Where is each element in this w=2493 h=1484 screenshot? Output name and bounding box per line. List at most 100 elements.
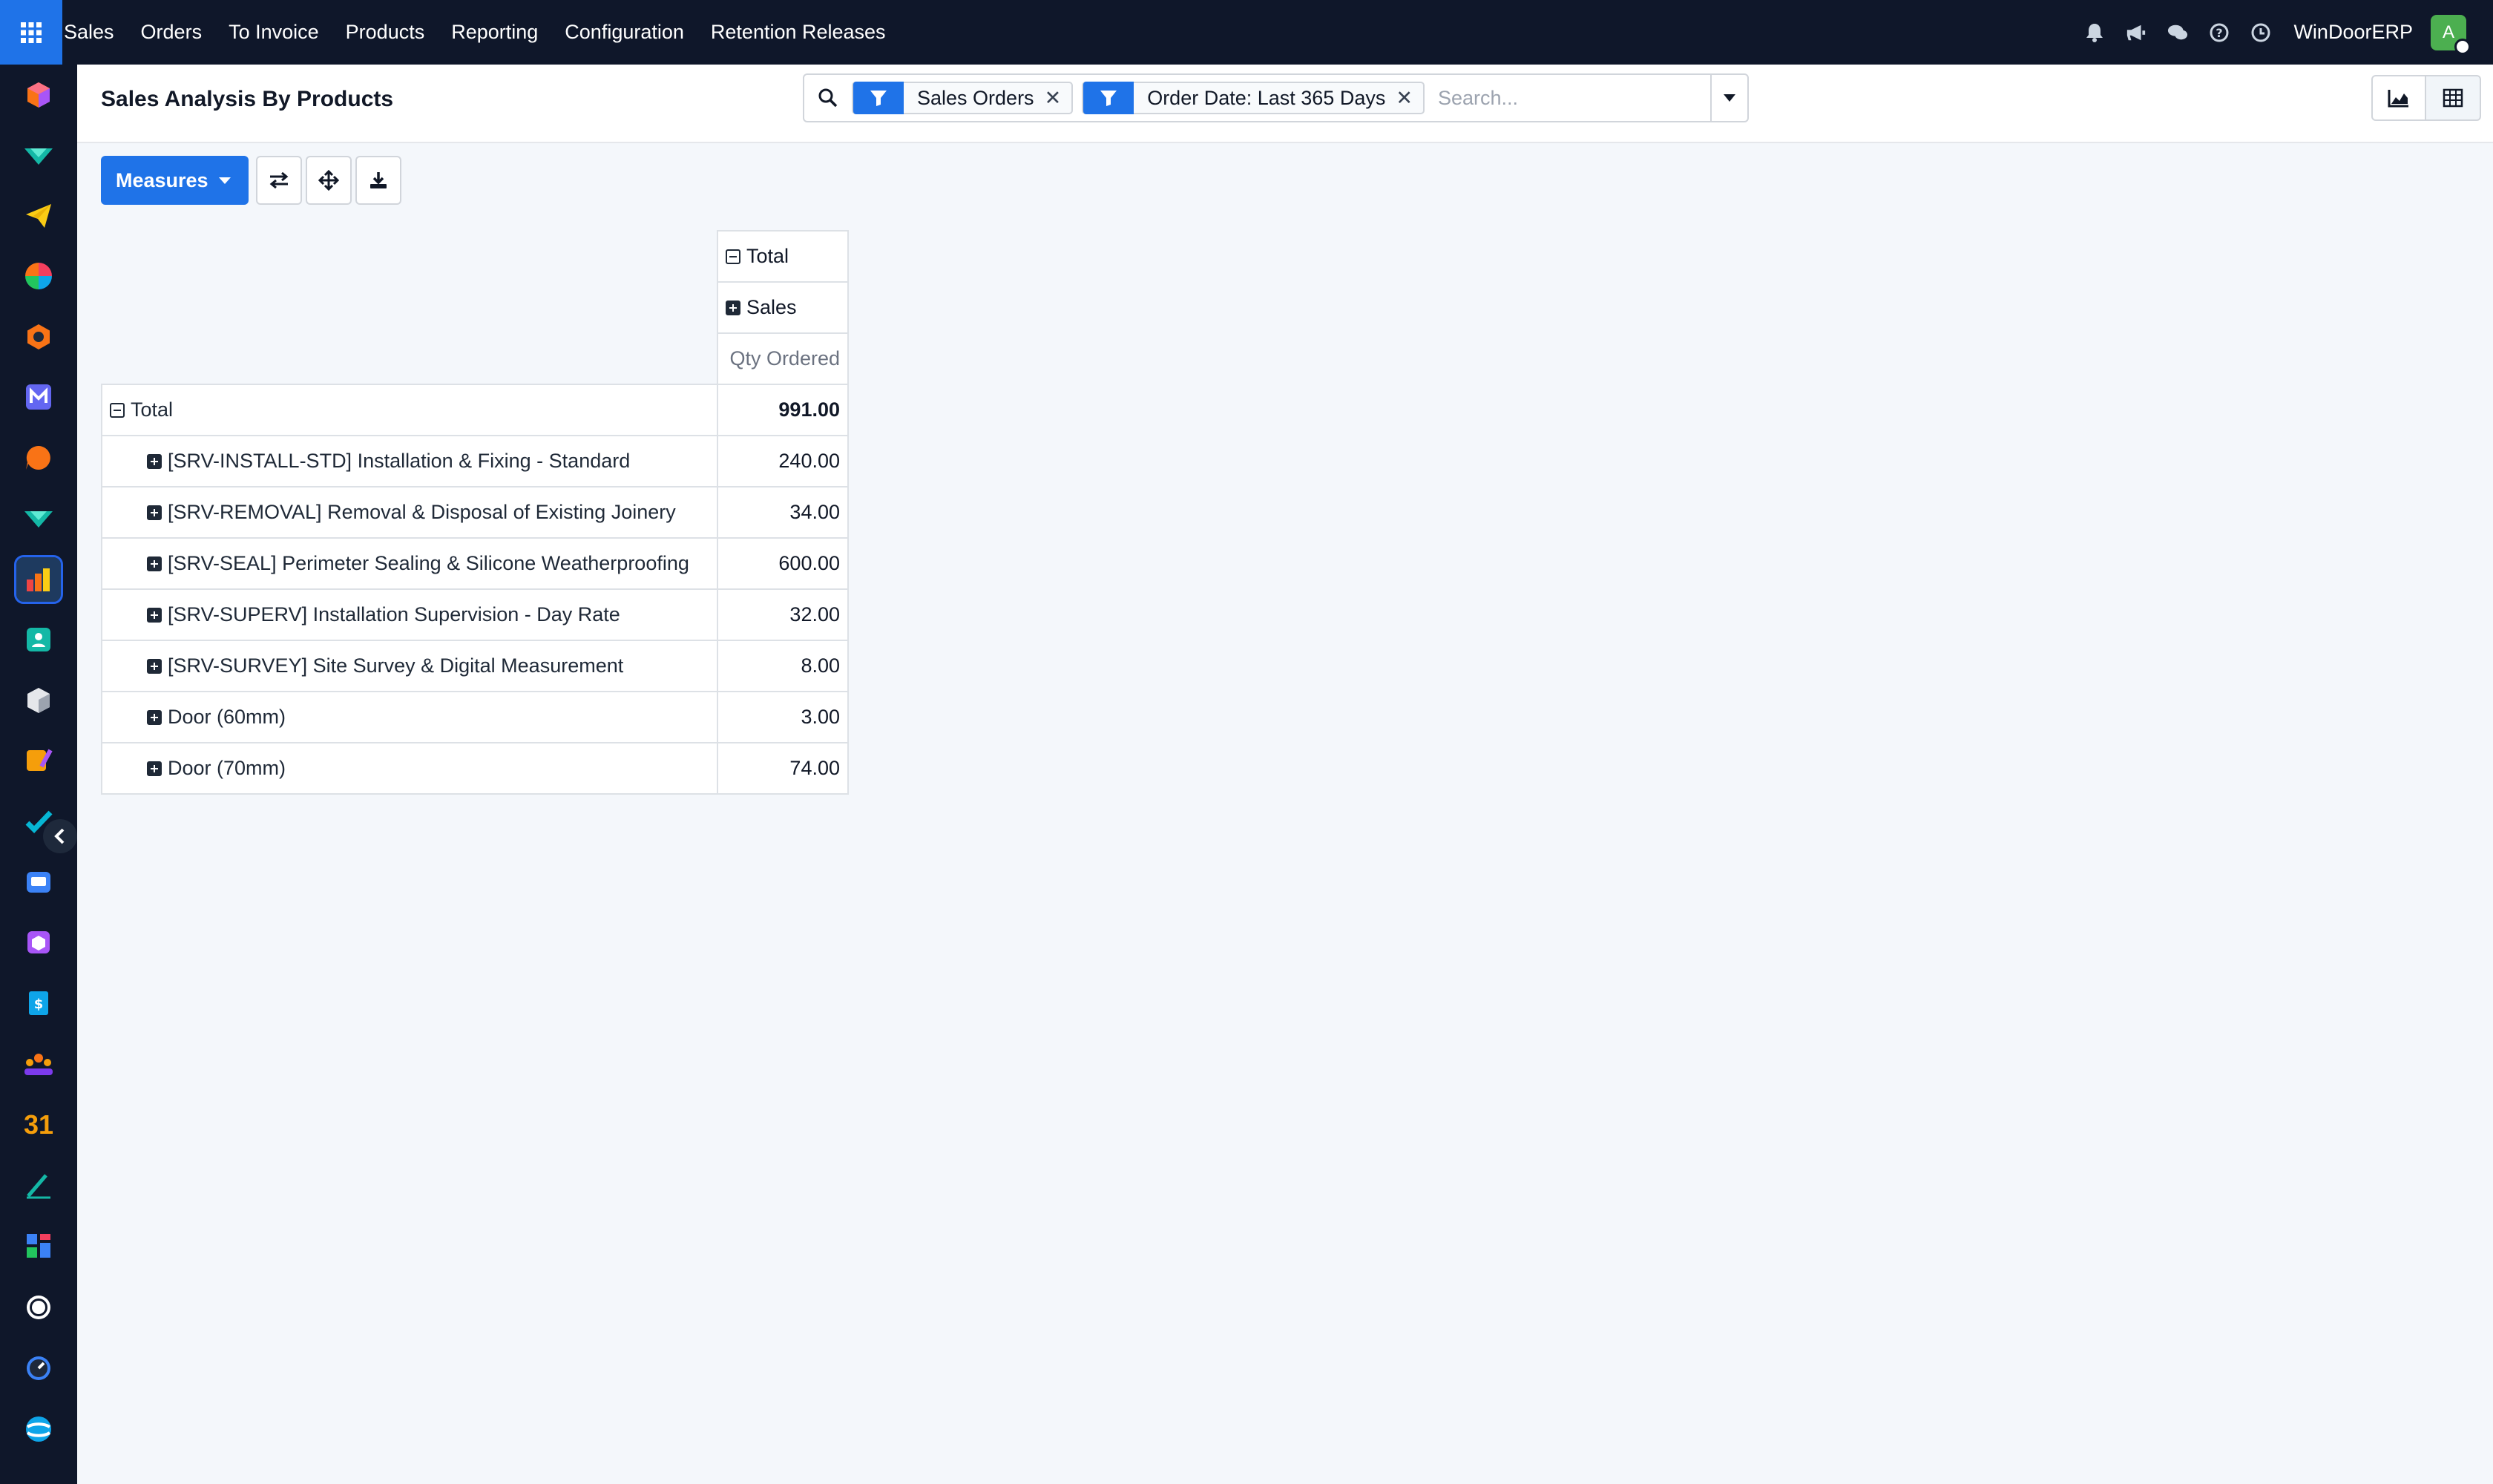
row-header[interactable]: [SRV-SUPERV] Installation Supervision - … xyxy=(101,588,718,641)
cell-value[interactable]: 600.00 xyxy=(717,537,849,590)
user-avatar[interactable]: A xyxy=(2431,14,2471,55)
row-header-total[interactable]: Total xyxy=(101,384,718,436)
pie-app-icon[interactable] xyxy=(16,254,61,298)
col-header-sales[interactable]: Sales xyxy=(717,281,849,334)
menu-retention-releases[interactable]: Retention Releases xyxy=(711,21,886,44)
cube-app-icon[interactable] xyxy=(16,73,61,117)
table-row: Total 991.00 xyxy=(101,384,849,436)
pivot-toolbar: Measures xyxy=(101,156,401,205)
facet-order-date: Order Date: Last 365 Days ✕ xyxy=(1082,82,1425,114)
menu-to-invoice[interactable]: To Invoice xyxy=(229,21,319,44)
chat-icon[interactable] xyxy=(2167,22,2188,43)
brush-app-icon[interactable] xyxy=(16,738,61,783)
area-chart-icon xyxy=(2388,90,2408,108)
facet-sales-orders: Sales Orders ✕ xyxy=(852,82,1074,114)
graph-view-button[interactable] xyxy=(2371,75,2426,121)
systray: ? WinDoorERP A xyxy=(2063,0,2471,65)
flip-axis-button[interactable] xyxy=(255,156,302,205)
row-header[interactable]: [SRV-SEAL] Perimeter Sealing & Silicone … xyxy=(101,537,718,590)
send-app-icon[interactable] xyxy=(16,194,61,238)
cell-value[interactable]: 74.00 xyxy=(717,742,849,795)
sign-app-icon[interactable] xyxy=(16,1163,61,1208)
box-app-icon[interactable] xyxy=(16,678,61,723)
helpdesk-app-icon[interactable] xyxy=(16,860,61,904)
cell-value[interactable]: 32.00 xyxy=(717,588,849,641)
plus-square-icon xyxy=(147,608,162,623)
view-switcher xyxy=(2371,75,2481,121)
exchange-icon xyxy=(269,172,288,188)
whatsapp-app-icon[interactable] xyxy=(16,1285,61,1330)
download-icon xyxy=(369,172,387,188)
mail-app-icon[interactable] xyxy=(16,375,61,419)
table-row: [SRV-SUPERV] Installation Supervision - … xyxy=(101,588,849,641)
row-header[interactable]: [SRV-SURVEY] Site Survey & Digital Measu… xyxy=(101,640,718,692)
cell-value[interactable]: 3.00 xyxy=(717,691,849,743)
dashboard-app-icon[interactable] xyxy=(16,1224,61,1268)
hexagon-app-icon[interactable] xyxy=(16,315,61,359)
status-dot xyxy=(2454,38,2471,55)
cell-value[interactable]: 240.00 xyxy=(717,435,849,487)
facet-label: Sales Orders xyxy=(917,86,1034,109)
flow2-app-icon[interactable] xyxy=(16,496,61,541)
chat-bubble-app-icon[interactable] xyxy=(16,436,61,480)
invoice-app-icon[interactable]: $ xyxy=(16,981,61,1025)
package-app-icon[interactable] xyxy=(16,920,61,965)
menu-reporting[interactable]: Reporting xyxy=(451,21,538,44)
avatar-initial: A xyxy=(2442,22,2454,42)
expand-all-button[interactable] xyxy=(305,156,352,205)
search-icon[interactable] xyxy=(804,75,852,121)
col-header-total[interactable]: Total xyxy=(717,230,849,283)
download-button[interactable] xyxy=(355,156,401,205)
plus-square-icon xyxy=(147,659,162,674)
clock-app-icon[interactable] xyxy=(16,1346,61,1391)
app-menu-button[interactable] xyxy=(0,0,62,65)
measure-header[interactable]: Qty Ordered xyxy=(717,332,849,385)
search-options-toggle[interactable] xyxy=(1710,75,1747,121)
sales-app-icon[interactable] xyxy=(14,555,63,604)
svg-text:$: $ xyxy=(34,997,44,1012)
measures-dropdown-button[interactable]: Measures xyxy=(101,156,249,205)
cell-value[interactable]: 8.00 xyxy=(717,640,849,692)
pivot-view-button[interactable] xyxy=(2426,75,2481,121)
menu-configuration[interactable]: Configuration xyxy=(565,21,684,44)
menu-sales[interactable]: Sales xyxy=(64,21,114,44)
app-sidebar: $ 31 xyxy=(0,65,77,1484)
top-navbar: Sales Orders To Invoice Products Reporti… xyxy=(0,0,2493,65)
facet-remove-icon[interactable]: ✕ xyxy=(1396,87,1423,110)
search-input[interactable] xyxy=(1437,79,1720,116)
cell-value[interactable]: 991.00 xyxy=(717,384,849,436)
clock-icon[interactable] xyxy=(2250,22,2271,43)
plus-square-icon xyxy=(147,761,162,776)
caret-down-icon xyxy=(1724,94,1735,102)
row-header[interactable]: [SRV-REMOVAL] Removal & Disposal of Exis… xyxy=(101,486,718,539)
sidebar-collapse-button[interactable] xyxy=(43,819,77,853)
plus-square-icon xyxy=(147,556,162,571)
svg-text:?: ? xyxy=(2216,26,2223,40)
chevron-left-icon xyxy=(54,828,65,844)
row-header[interactable]: Door (60mm) xyxy=(101,691,718,743)
menu-products[interactable]: Products xyxy=(346,21,425,44)
bell-icon[interactable] xyxy=(2084,22,2105,43)
megaphone-icon[interactable] xyxy=(2126,22,2147,43)
help-icon[interactable]: ? xyxy=(2209,22,2230,43)
contacts-app-icon[interactable] xyxy=(16,617,61,662)
table-row: [SRV-SEAL] Perimeter Sealing & Silicone … xyxy=(101,537,849,590)
page-title: Sales Analysis By Products xyxy=(101,87,394,111)
menu-orders[interactable]: Orders xyxy=(141,21,203,44)
company-switcher[interactable]: WinDoorERP xyxy=(2293,21,2413,44)
facet-remove-icon[interactable]: ✕ xyxy=(1045,87,1072,110)
plus-square-icon xyxy=(147,505,162,520)
team-app-icon[interactable] xyxy=(16,1042,61,1086)
cell-value[interactable]: 34.00 xyxy=(717,486,849,539)
calendar-app-icon[interactable]: 31 xyxy=(16,1103,61,1147)
measures-label: Measures xyxy=(116,168,208,191)
flow-app-icon[interactable] xyxy=(16,134,61,178)
row-header[interactable]: Door (70mm) xyxy=(101,742,718,795)
plus-square-icon xyxy=(147,454,162,469)
pivot-corner xyxy=(102,231,717,384)
discuss-app-icon[interactable] xyxy=(16,1407,61,1451)
row-header[interactable]: [SRV-INSTALL-STD] Installation & Fixing … xyxy=(101,435,718,487)
filter-icon xyxy=(1083,82,1134,114)
plus-square-icon xyxy=(726,301,740,315)
search-bar: Sales Orders ✕ Order Date: Last 365 Days… xyxy=(803,73,1749,122)
